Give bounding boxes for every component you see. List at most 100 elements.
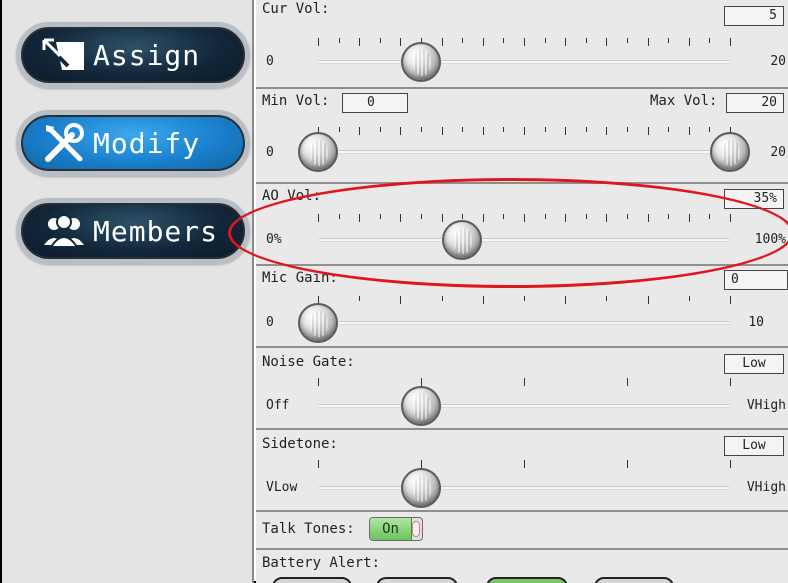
talk-tones-row: Talk Tones: On (256, 512, 788, 550)
ao-vol-slider-knob[interactable] (442, 220, 483, 260)
max-vol-label: Max Vol: (650, 93, 718, 109)
max-vol-field[interactable]: 20 (726, 93, 784, 113)
min-vol-slider-knob[interactable] (298, 132, 338, 172)
sidetone-ticks (318, 460, 731, 468)
tick-mark (524, 127, 525, 135)
tick-mark (730, 214, 731, 222)
max-vol-slider-knob[interactable] (710, 132, 750, 172)
tick-mark (709, 214, 710, 219)
tick-mark (689, 127, 690, 135)
mic-gain-min-label: 0 (266, 315, 274, 330)
tick-mark (648, 296, 649, 304)
members-label: Members (93, 214, 219, 248)
noise-gate-value[interactable]: Low (724, 354, 784, 374)
cur-vol-max-label: 20 (770, 54, 786, 69)
noise-gate-row: Noise Gate: Low Off VHigh (256, 348, 788, 430)
min-vol-field[interactable]: 0 (342, 93, 408, 113)
tick-mark (380, 214, 381, 219)
tick-mark (709, 127, 710, 132)
tick-mark (730, 460, 731, 468)
battery-alert-option-4[interactable] (594, 577, 674, 583)
tick-mark (318, 38, 319, 46)
sidetone-min-label: VLow (266, 480, 298, 495)
min-max-vol-track[interactable] (318, 150, 730, 154)
ao-vol-track[interactable] (318, 238, 730, 242)
tick-mark (709, 38, 710, 43)
talk-tones-toggle[interactable]: On (369, 517, 423, 541)
min-max-vol-range-max: 20 (770, 145, 786, 160)
tick-mark (483, 214, 484, 222)
tick-mark (627, 214, 628, 219)
tick-mark (359, 296, 360, 301)
noise-gate-slider-knob[interactable] (401, 386, 441, 426)
assign-button[interactable]: Assign (16, 22, 250, 88)
sidetone-slider-knob[interactable] (401, 468, 441, 508)
ao-vol-row: AO Vol: 35% 0% 100% (256, 184, 788, 266)
tick-mark (627, 38, 628, 43)
tick-mark (648, 38, 649, 46)
tick-mark (524, 214, 525, 222)
tick-mark (545, 214, 546, 219)
tick-mark (586, 127, 587, 132)
tick-mark (400, 296, 401, 304)
cur-vol-value[interactable]: 5 (724, 6, 784, 26)
tick-mark (565, 38, 566, 46)
cur-vol-ticks (318, 38, 731, 46)
min-max-vol-range-min: 0 (266, 145, 274, 160)
tick-mark (524, 378, 525, 386)
tick-mark (483, 296, 484, 304)
tick-mark (503, 214, 504, 219)
tick-mark (668, 38, 669, 43)
battery-alert-option-1[interactable] (272, 577, 352, 583)
sidetone-label: Sidetone: (262, 436, 338, 452)
assign-arrow-icon (37, 35, 91, 75)
cur-vol-slider-knob[interactable] (401, 42, 441, 82)
tick-mark (503, 38, 504, 43)
mic-gain-row: Mic Gain: 0 0 10 (256, 266, 788, 348)
tick-mark (627, 460, 628, 468)
mic-gain-track[interactable] (318, 321, 730, 325)
battery-alert-option-3[interactable] (486, 577, 568, 583)
sidetone-max-label: VHigh (746, 480, 786, 495)
modify-button[interactable]: Modify (16, 110, 250, 176)
tick-mark (648, 127, 649, 135)
members-button[interactable]: Members (16, 198, 250, 264)
tick-mark (730, 378, 731, 386)
tick-mark (462, 127, 463, 132)
tick-mark (339, 214, 340, 219)
tick-mark (689, 214, 690, 222)
noise-gate-max-label: VHigh (746, 398, 786, 413)
ao-vol-value[interactable]: 35% (724, 189, 784, 209)
cur-vol-track[interactable] (318, 60, 730, 64)
toggle-nub-icon (412, 521, 420, 537)
tick-mark (606, 127, 607, 135)
min-max-vol-ticks (318, 127, 731, 135)
sidetone-row: Sidetone: Low VLow VHigh (256, 430, 788, 512)
noise-gate-min-label: Off (266, 398, 290, 413)
tick-mark (668, 127, 669, 132)
sidetone-value[interactable]: Low (724, 436, 784, 456)
sidetone-track[interactable] (318, 486, 730, 490)
tick-mark (462, 38, 463, 43)
tick-mark (668, 214, 669, 219)
tick-mark (318, 460, 319, 468)
noise-gate-track[interactable] (318, 404, 730, 408)
tick-mark (524, 38, 525, 46)
mic-gain-label: Mic Gain: (262, 270, 338, 286)
cur-vol-label: Cur Vol: (262, 1, 330, 17)
tick-mark (730, 296, 731, 304)
noise-gate-ticks (318, 378, 731, 386)
tick-mark (421, 378, 422, 386)
tick-mark (400, 127, 401, 135)
tick-mark (606, 38, 607, 46)
cur-vol-min-label: 0 (266, 54, 274, 69)
noise-gate-label: Noise Gate: (262, 354, 355, 370)
mic-gain-slider-knob[interactable] (298, 303, 338, 343)
tick-mark (586, 38, 587, 43)
battery-alert-option-2[interactable] (376, 577, 458, 583)
mic-gain-value[interactable]: 0 (724, 270, 788, 290)
tick-mark (442, 38, 443, 46)
tick-mark (565, 296, 566, 304)
tick-mark (565, 127, 566, 135)
tick-mark (442, 214, 443, 222)
